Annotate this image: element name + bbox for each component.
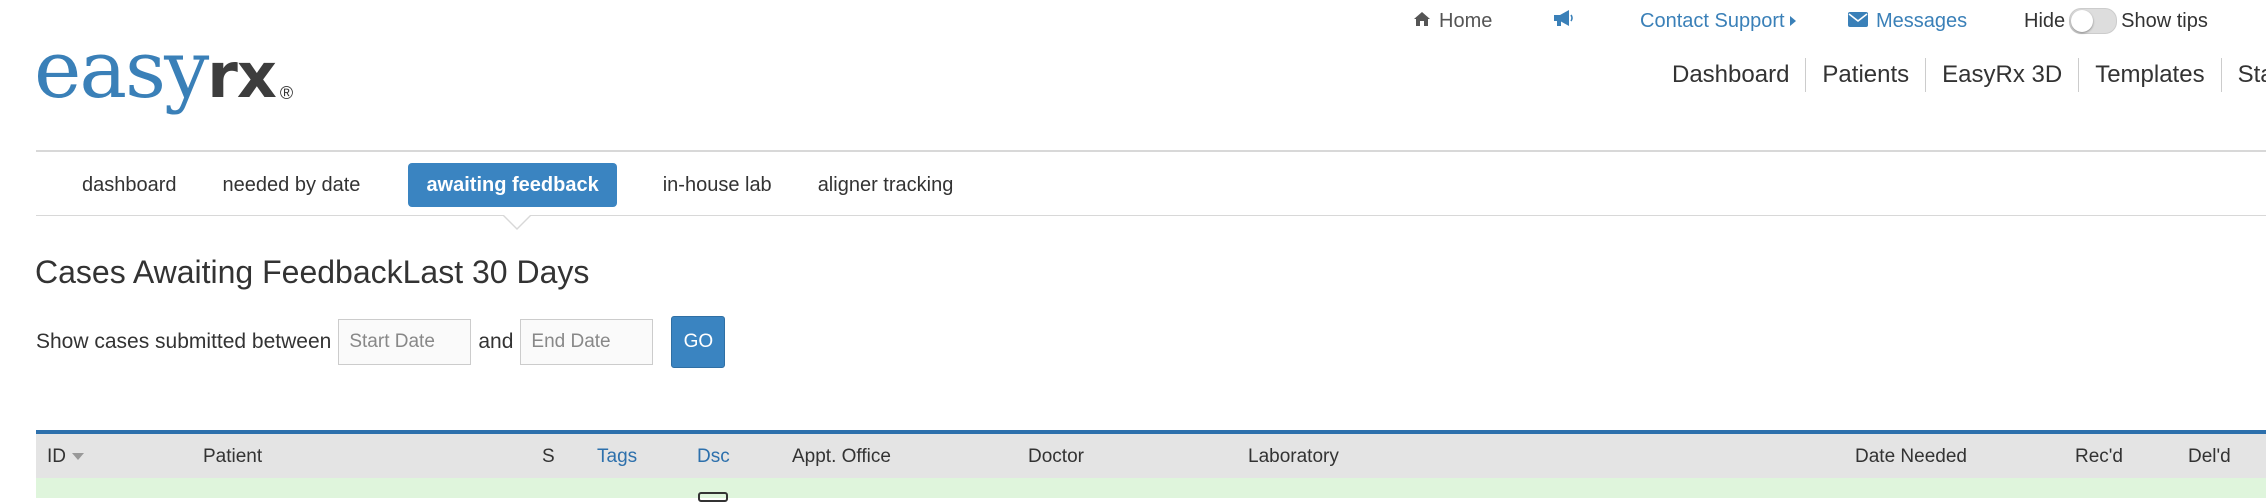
tips-toggle-group: Hide Show tips (2024, 6, 2208, 36)
caret-right-icon (1789, 10, 1797, 33)
envelope-icon (1848, 10, 1868, 33)
col-laboratory[interactable]: Laboratory (1248, 446, 1339, 468)
nav-patients[interactable]: Patients (1805, 58, 1925, 92)
col-id[interactable]: ID (47, 446, 84, 468)
nav-dashboard[interactable]: Dashboard (1656, 58, 1805, 92)
contact-support-link[interactable]: Contact Support (1640, 6, 1797, 36)
col-date-needed[interactable]: Date Needed (1855, 446, 1967, 468)
page-title: Cases Awaiting FeedbackLast 30 Days (35, 254, 590, 290)
home-icon (1413, 10, 1431, 33)
subtab-aligner-tracking[interactable]: aligner tracking (796, 163, 976, 207)
sub-nav: dashboard needed by date awaiting feedba… (36, 162, 977, 208)
subtab-awaiting-feedback[interactable]: awaiting feedback (408, 163, 617, 207)
end-date-input[interactable] (520, 319, 654, 365)
home-label: Home (1439, 9, 1493, 32)
messages-link[interactable]: Messages (1848, 6, 1967, 36)
and-label: and (478, 330, 514, 353)
hide-tips-label: Hide (2024, 9, 2066, 32)
start-date-input[interactable] (338, 319, 472, 365)
contact-support-label: Contact Support (1640, 9, 1785, 32)
messages-label: Messages (1876, 9, 1968, 32)
subnav-divider (36, 215, 2266, 216)
sort-down-icon (72, 453, 84, 461)
col-patient[interactable]: Patient (203, 446, 262, 468)
main-nav: Dashboard Patients EasyRx 3D Templates S… (1656, 58, 2266, 92)
col-deld[interactable]: Del'd (2188, 446, 2231, 468)
show-tips-label: Show tips (2121, 9, 2208, 32)
discount-icon (698, 492, 728, 502)
filter-label: Show cases submitted between (36, 330, 332, 353)
nav-templates[interactable]: Templates (2078, 58, 2220, 92)
col-appt-office[interactable]: Appt. Office (792, 446, 891, 468)
subtab-needed-by-date[interactable]: needed by date (201, 163, 383, 207)
subtab-in-house-lab[interactable]: in-house lab (641, 163, 794, 207)
easyrx-logo[interactable]: easyrx ® (34, 30, 293, 112)
col-dsc[interactable]: Dsc (697, 446, 730, 468)
col-status[interactable]: S (542, 446, 555, 468)
registered-mark: ® (279, 83, 294, 103)
announcements-button[interactable] (1552, 6, 1574, 36)
table-row[interactable] (36, 478, 2266, 498)
active-tab-pointer (502, 214, 532, 230)
col-id-label: ID (47, 446, 66, 467)
logo-part-rx: rx (207, 39, 277, 112)
nav-easyrx-3d[interactable]: EasyRx 3D (1925, 58, 2078, 92)
cases-table-header: ID Patient S Tags Dsc Appt. Office Docto… (36, 430, 2266, 478)
header-divider (36, 150, 2266, 152)
col-tags[interactable]: Tags (597, 446, 637, 468)
col-recd[interactable]: Rec'd (2075, 446, 2123, 468)
nav-stats[interactable]: Stats (2220, 58, 2266, 92)
megaphone-icon (1552, 9, 1574, 33)
logo-part-easy: easy (34, 23, 209, 116)
col-doctor[interactable]: Doctor (1028, 446, 1084, 468)
subtab-dashboard[interactable]: dashboard (36, 163, 199, 207)
tips-toggle[interactable] (2069, 8, 2118, 34)
date-filter: Show cases submitted between and GO (36, 316, 726, 368)
go-button[interactable]: GO (671, 316, 726, 368)
home-link[interactable]: Home (1413, 6, 1492, 36)
